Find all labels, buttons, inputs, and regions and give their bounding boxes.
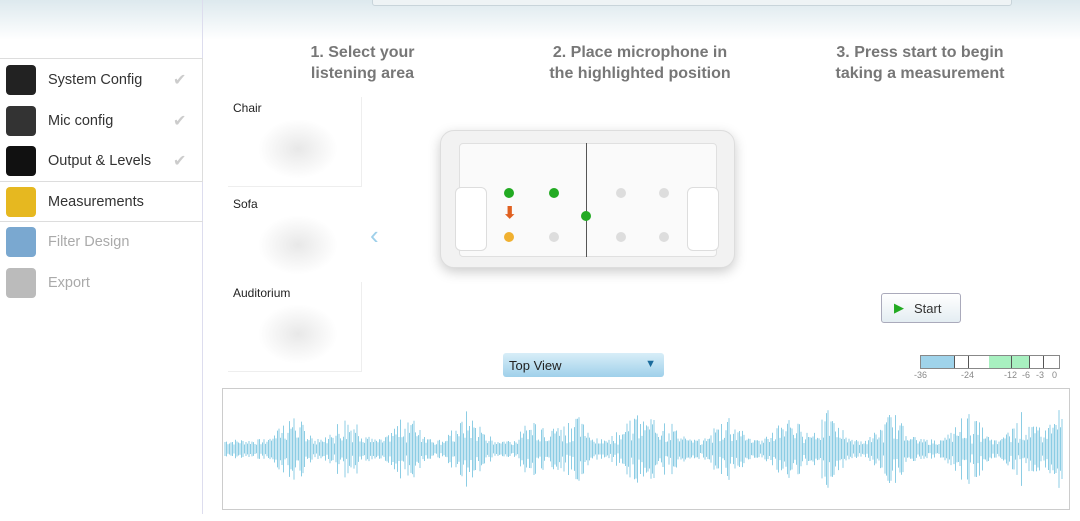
sidebar: System Config ✔ Mic config ✔ Output & Levels…: [0, 0, 203, 514]
top-bar: [372, 0, 1012, 6]
cushion-divider: [586, 143, 587, 257]
sidebar-item-measurements[interactable]: Measurements: [0, 182, 203, 222]
mic-position: [659, 232, 669, 242]
sidebar-item-label: Export: [48, 274, 90, 291]
mic-position-done: [504, 188, 514, 198]
sidebar-item-mic-config[interactable]: Mic config ✔: [0, 101, 203, 141]
sofa-image: [258, 215, 338, 275]
view-select[interactable]: Top View ▼: [503, 353, 664, 377]
chevron-left-icon: ‹: [370, 220, 379, 250]
step-2-heading: 2. Place microphone in the highlighted p…: [549, 44, 731, 82]
meter-tick-label: -3: [1036, 370, 1045, 380]
meter-divider: [954, 356, 955, 368]
meter-fill-target: [989, 356, 1029, 368]
meter-divider: [1043, 356, 1044, 368]
meter-tick-label: -12: [1004, 370, 1018, 380]
arrow-down-icon: ⬇: [503, 205, 517, 222]
sidebar-item-filter-design[interactable]: Filter Design: [0, 222, 203, 262]
sofa-top-view: ⬇: [440, 130, 735, 268]
mic-position: [616, 232, 626, 242]
mic-position: [616, 188, 626, 198]
start-label: Start: [914, 300, 942, 316]
step-3-heading: 3. Press start to begin taking a measure…: [835, 44, 1005, 82]
dropdown-arrow-icon: ▼: [645, 358, 656, 370]
area-label: Auditorium: [233, 286, 291, 300]
microphone-icon: [6, 105, 36, 136]
area-chair[interactable]: Chair: [228, 97, 362, 187]
area-auditorium[interactable]: Auditorium: [228, 282, 362, 372]
waveform-monitor-icon: [6, 227, 36, 257]
play-icon: ▶: [894, 300, 904, 315]
meter-fill-low: [921, 356, 954, 368]
step-1-heading: 1. Select your listening area: [310, 44, 415, 82]
meter-divider: [1011, 356, 1012, 368]
meter-tick-label: -6: [1022, 370, 1031, 380]
chair-image: [258, 119, 338, 179]
speaker-icon: [6, 65, 36, 95]
start-button[interactable]: ▶ Start: [881, 293, 961, 323]
sidebar-item-label: System Config: [48, 72, 143, 88]
check-icon: ✔: [173, 72, 187, 89]
sidebar-item-label: Filter Design: [48, 234, 130, 250]
waveform-trace: [224, 410, 1063, 488]
sofa-arm-right: [687, 187, 719, 251]
mic-position-done: [581, 211, 591, 221]
area-label: Chair: [233, 101, 262, 115]
area-sofa[interactable]: Sofa: [228, 193, 362, 283]
export-icon: [6, 267, 36, 298]
sidebar-item-label: Measurements: [48, 193, 144, 210]
meter-tick-label: -24: [961, 370, 975, 380]
area-label: Sofa: [233, 197, 258, 211]
waveform: [224, 410, 1063, 488]
sidebar-item-output-levels[interactable]: Output & Levels ✔: [0, 141, 203, 181]
level-meter: [920, 355, 1060, 369]
tape-measure-icon: [6, 186, 36, 217]
mic-position-done: [549, 188, 559, 198]
mic-position: [549, 232, 559, 242]
sidebar-item-export[interactable]: Export: [0, 263, 203, 303]
sidebar-item-system-config[interactable]: System Config ✔: [0, 60, 203, 100]
sofa-seat: [459, 143, 717, 257]
check-icon: ✔: [173, 112, 187, 130]
sofa-arm-left: [455, 187, 487, 251]
check-icon: ✔: [173, 153, 187, 170]
meter-tick-label: -36: [914, 370, 928, 380]
mic-position: [659, 188, 669, 198]
view-select-value: Top View: [509, 358, 562, 373]
sidebar-item-label: Mic config: [48, 112, 114, 129]
knob-icon: [6, 146, 36, 176]
auditorium-image: [258, 304, 338, 364]
meter-divider: [968, 356, 969, 368]
meter-tick-label: 0: [1052, 370, 1058, 380]
mic-position-current: [504, 232, 514, 242]
sidebar-item-label: Output & Levels: [48, 153, 152, 169]
meter-divider: [1029, 356, 1030, 368]
waveform-display: [222, 388, 1070, 510]
